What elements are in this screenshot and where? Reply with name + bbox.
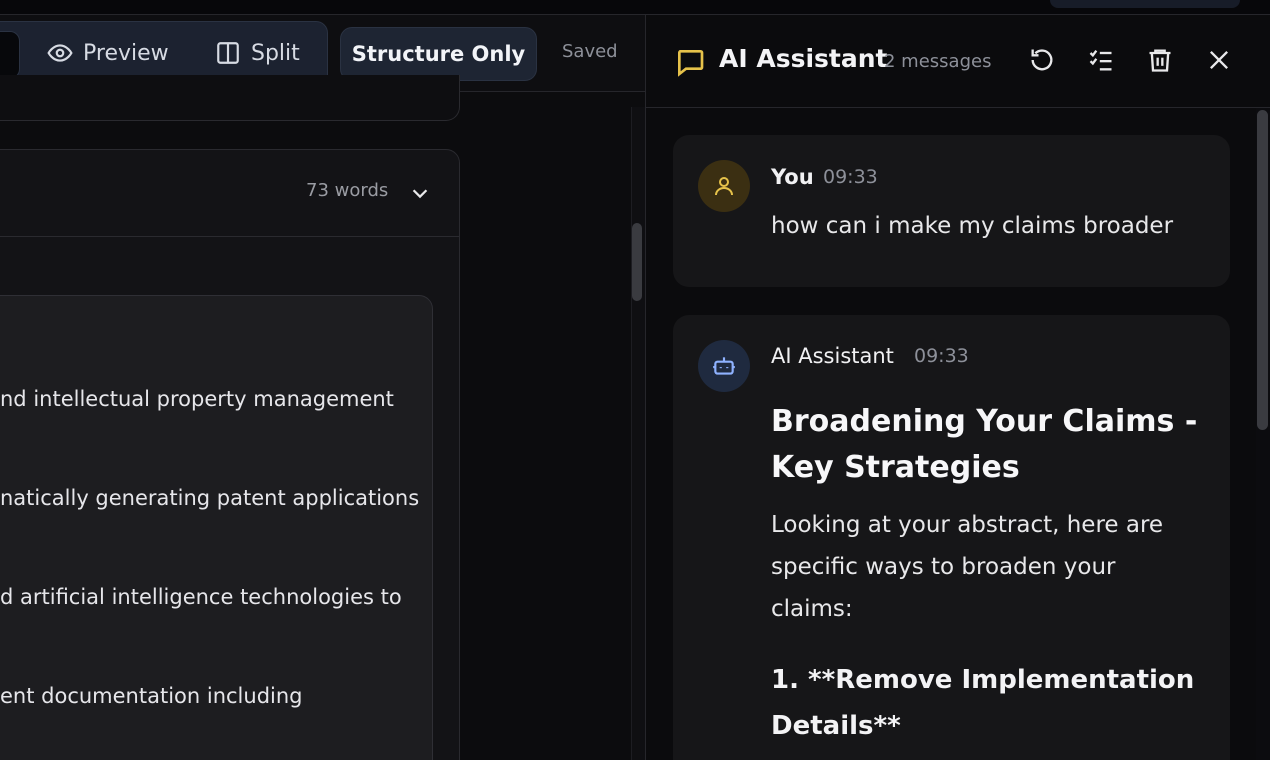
response-subheading: 1. **Remove Implementation Details**	[771, 657, 1211, 749]
previous-section-card	[0, 75, 460, 121]
assistant-scrollbar-thumb[interactable]	[1257, 110, 1268, 430]
editor-scrollbar-thumb[interactable]	[632, 223, 642, 301]
user-message: You 09:33 how can i make my claims broad…	[673, 135, 1230, 287]
paragraph-line: claims:	[771, 596, 853, 622]
top-glow	[1050, 0, 1240, 8]
trash-icon[interactable]	[1146, 46, 1174, 74]
message-count: 2 messages	[884, 51, 992, 72]
structure-only-button[interactable]: Structure Only	[340, 27, 537, 81]
split-label: Split	[251, 40, 300, 66]
abstract-line: ent documentation including	[0, 684, 303, 708]
response-paragraph: Looking at your abstract, here are speci…	[771, 504, 1201, 630]
editor-pane: Preview Split Structure Only Saved 73 wo…	[0, 15, 645, 760]
assistant-header: AI Assistant 2 messages	[646, 15, 1270, 108]
paragraph-line: specific ways to broaden your	[771, 554, 1116, 580]
abstract-line: nd intellectual property management	[0, 387, 394, 411]
ai-assistant-panel: AI Assistant 2 messages You 09:33 how ca…	[645, 15, 1270, 760]
heading-line: Key Strategies	[771, 450, 1020, 485]
response-heading: Broadening Your Claims - Key Strategies	[771, 399, 1211, 491]
close-icon[interactable]	[1205, 46, 1233, 74]
message-time: 09:33	[823, 166, 878, 188]
heading-line: Broadening Your Claims -	[771, 404, 1198, 439]
message-text: how can i make my claims broader	[771, 213, 1174, 239]
split-view-icon	[217, 42, 239, 64]
robot-icon	[713, 357, 735, 375]
paragraph-line: Looking at your abstract, here are	[771, 512, 1164, 538]
structure-only-label: Structure Only	[351, 42, 526, 66]
assistant-title: AI Assistant	[719, 44, 888, 73]
abstract-text: nd intellectual property management nati…	[0, 317, 430, 760]
abstract-line: d artificial intelligence technologies t…	[0, 585, 402, 609]
message-author: You	[771, 165, 814, 189]
message-author: AI Assistant	[771, 344, 894, 368]
editor-scrollbar[interactable]	[631, 107, 645, 760]
subheading-line: Details**	[771, 711, 901, 741]
chevron-down-icon[interactable]	[409, 182, 431, 204]
chat-bubble-icon	[678, 50, 704, 77]
eye-icon	[47, 44, 73, 62]
user-icon	[715, 177, 733, 196]
assistant-avatar	[698, 340, 750, 392]
reset-icon[interactable]	[1028, 46, 1056, 74]
abstract-line: natically generating patent applications	[0, 486, 420, 510]
preview-label: Preview	[83, 40, 169, 66]
subheading-line: 1. **Remove Implementation	[771, 665, 1195, 695]
edit-mode-button[interactable]	[0, 31, 20, 79]
message-time: 09:33	[914, 345, 969, 367]
word-count: 73 words	[306, 180, 389, 201]
user-avatar	[698, 160, 750, 212]
assistant-message: AI Assistant 09:33 Broadening Your Claim…	[673, 315, 1230, 760]
section-header[interactable]: 73 words	[0, 150, 459, 237]
saved-status: Saved	[562, 41, 618, 62]
checklist-icon[interactable]	[1087, 46, 1115, 74]
